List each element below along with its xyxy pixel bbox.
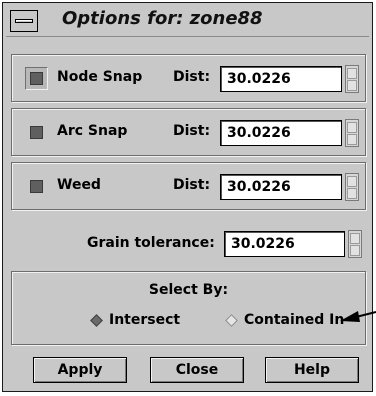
pointer-arrow-icon <box>340 311 376 322</box>
